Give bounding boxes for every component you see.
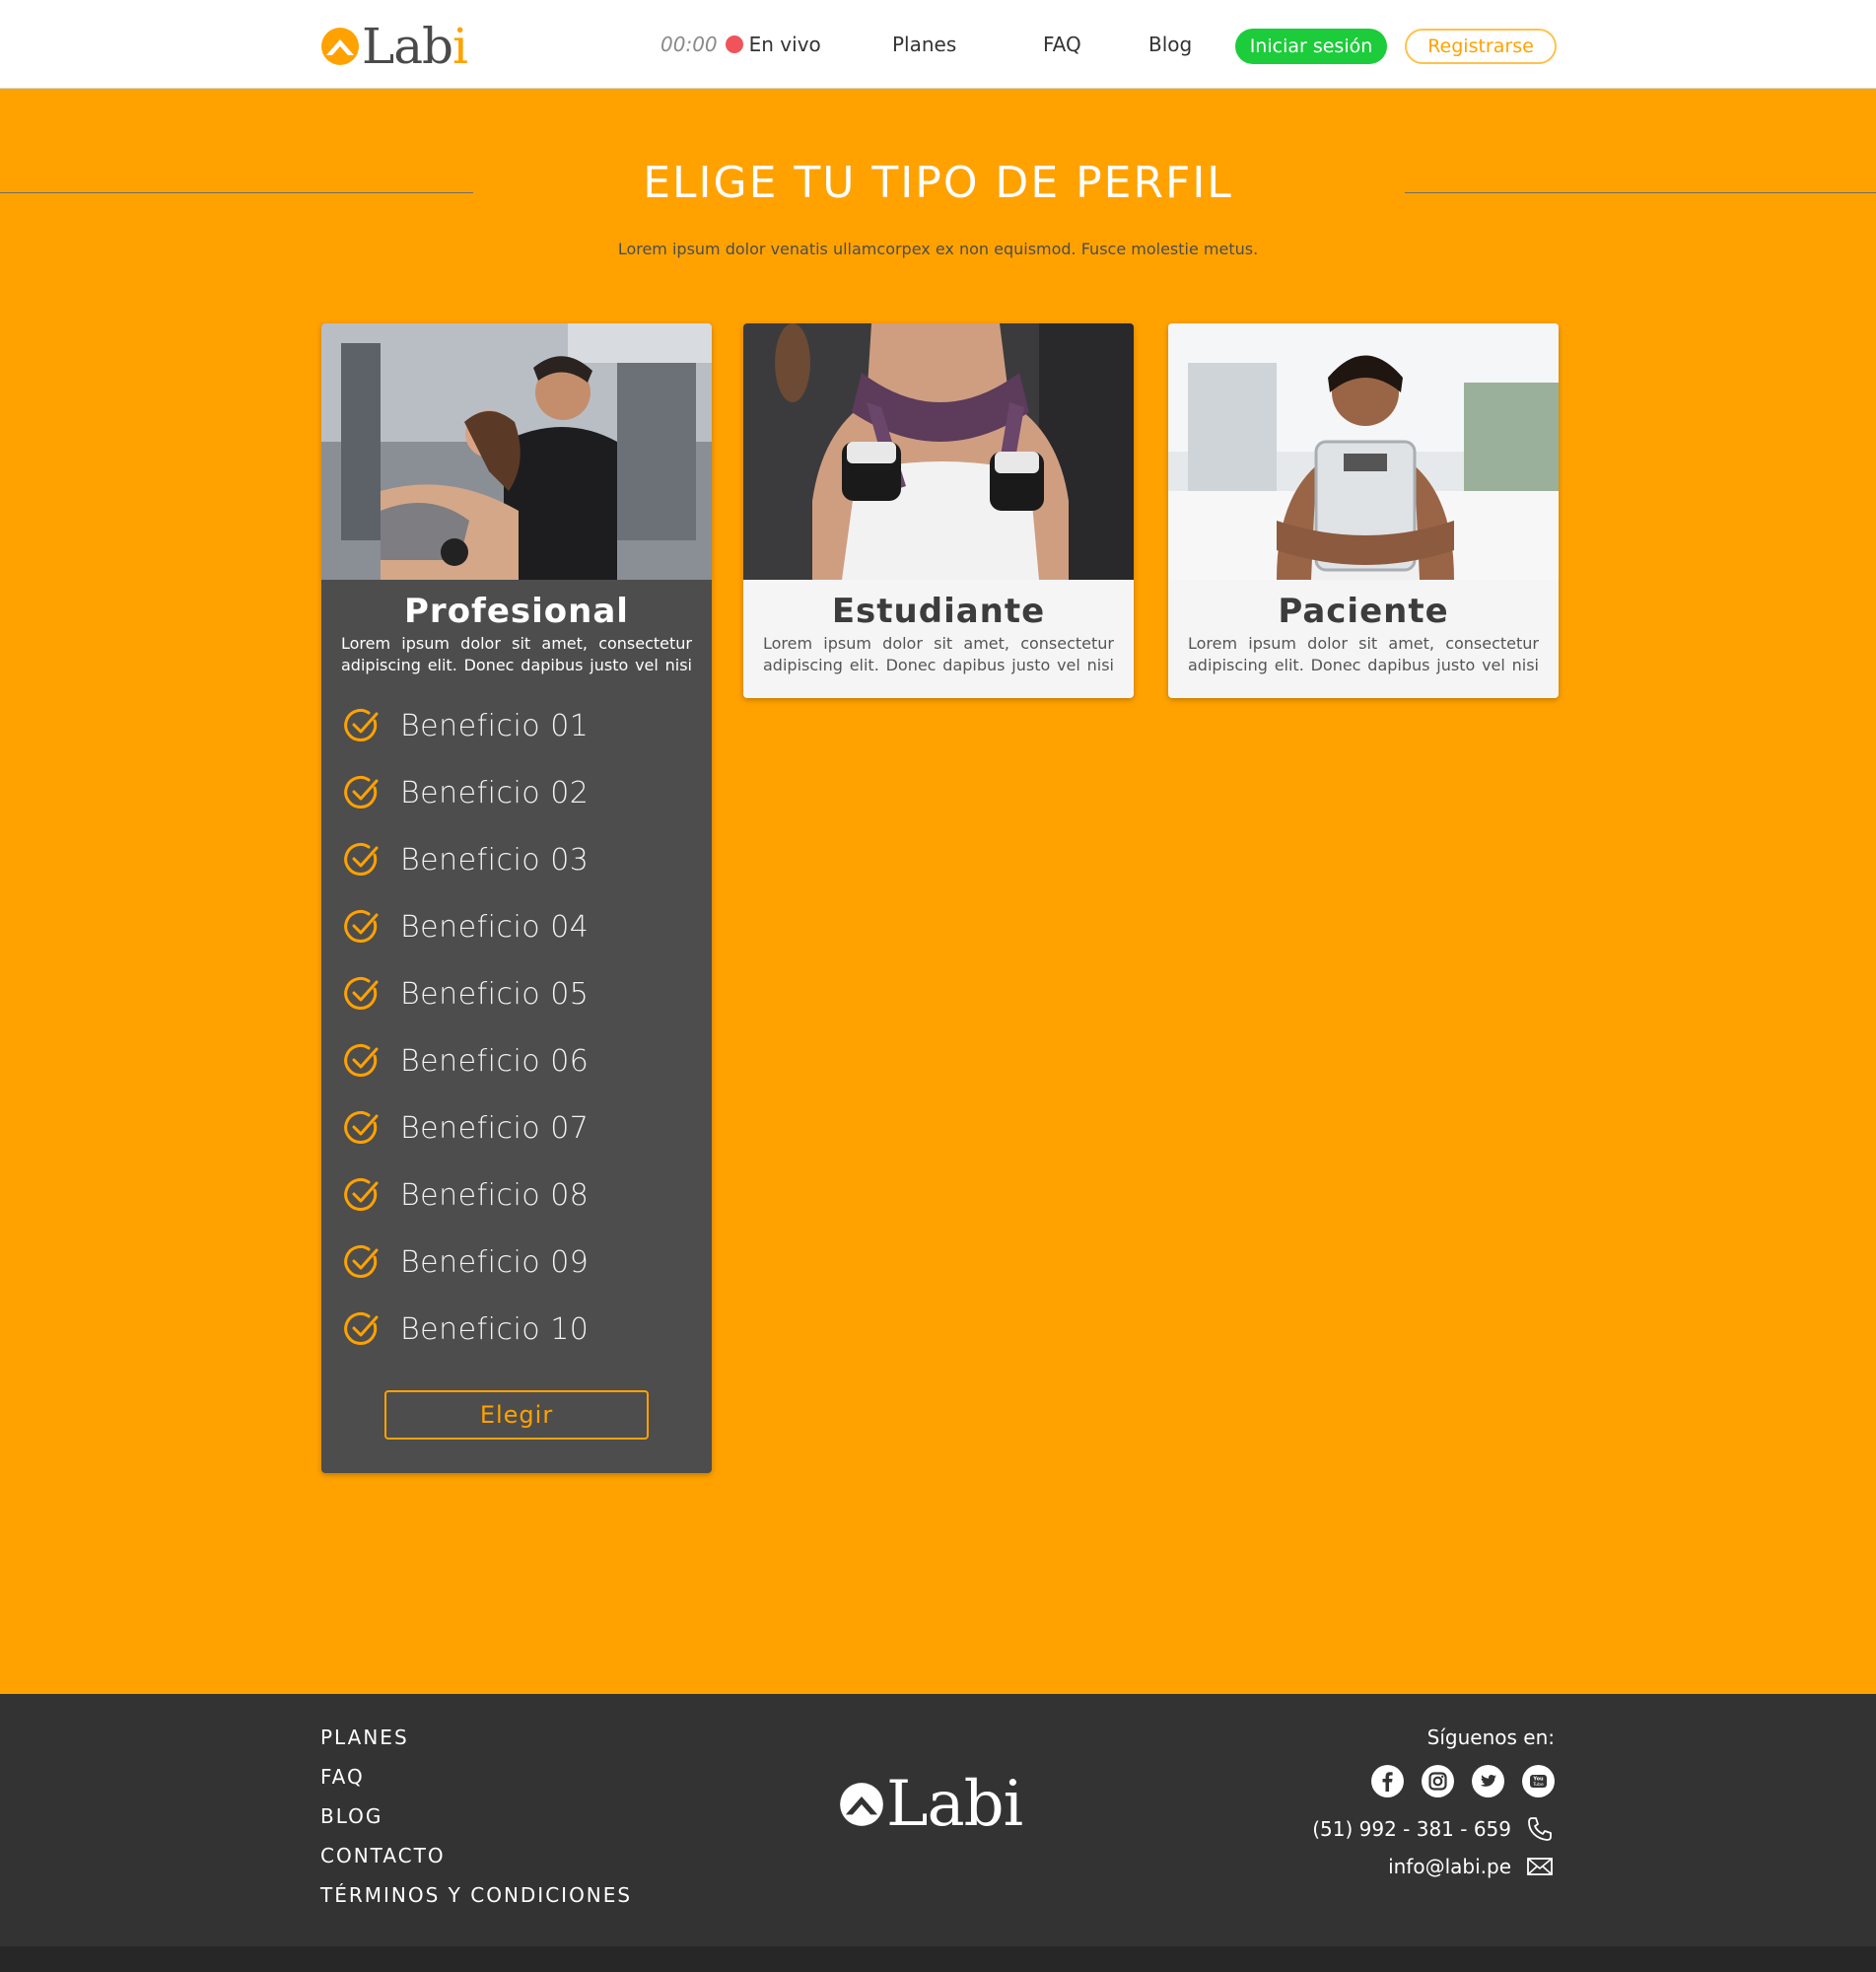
instagram-icon[interactable] [1422,1765,1454,1797]
choose-button[interactable]: Elegir [384,1390,649,1440]
benefit-label: Beneficio 09 [400,1244,590,1280]
benefit-list: Beneficio 01 Beneficio 02 Beneficio 03 B… [321,692,712,1363]
logo-mark-icon [321,28,359,65]
profile-card-paciente[interactable]: Paciente Lorem ipsum dolor sit amet, con… [1168,323,1559,698]
footer-link-terminos[interactable]: TÉRMINOS Y CONDICIONES [320,1883,632,1923]
labi-logo[interactable]: Labi [320,18,468,75]
facebook-icon[interactable] [1371,1765,1404,1797]
benefit-item: Beneficio 10 [321,1296,712,1363]
benefit-label: Beneficio 04 [400,909,590,945]
benefit-item: Beneficio 03 [321,826,712,893]
paciente-photo [1168,323,1559,580]
svg-text:Tube: Tube [1532,1782,1544,1788]
phone-icon [1528,1817,1552,1841]
check-circle-icon [344,909,379,943]
card-title: Profesional [404,592,629,631]
profile-card-profesional[interactable]: Profesional Lorem ipsum dolor sit amet, … [321,323,712,1473]
footer-link-contacto[interactable]: CONTACTO [320,1844,632,1883]
nav-faq[interactable]: FAQ [1043,33,1081,56]
benefit-label: Beneficio 05 [400,976,590,1012]
benefit-item: Beneficio 06 [321,1027,712,1094]
benefit-item: Beneficio 09 [321,1229,712,1296]
benefit-item: Beneficio 02 [321,759,712,826]
benefit-item: Beneficio 04 [321,893,712,960]
card-title: Paciente [1278,592,1449,631]
follow-label: Síguenos en: [1426,1726,1555,1749]
phone-number: (51) 992 - 381 - 659 [1312,1817,1511,1841]
benefit-label: Beneficio 06 [400,1043,590,1079]
benefit-label: Beneficio 08 [400,1177,590,1213]
nav-blog[interactable]: Blog [1148,33,1192,56]
footer: PLANES FAQ BLOG CONTACTO TÉRMINOS Y COND… [0,1694,1876,1946]
twitter-icon[interactable] [1472,1765,1504,1797]
card-description: Lorem ipsum dolor sit amet, consectetur … [1188,634,1539,674]
benefit-label: Beneficio 07 [400,1110,590,1146]
benefit-item: Beneficio 08 [321,1162,712,1229]
estudiante-photo [743,323,1134,580]
youtube-icon[interactable]: You Tube [1522,1765,1555,1797]
check-circle-icon [344,1177,379,1211]
check-circle-icon [344,976,379,1010]
section-subtitle: Lorem ipsum dolor venatis ullamcorpex ex… [617,240,1259,258]
footer-link-faq[interactable]: FAQ [320,1765,632,1804]
check-circle-icon [344,1311,379,1345]
check-circle-icon [344,775,379,809]
card-description: Lorem ipsum dolor sit amet, consectetur … [763,634,1114,674]
top-header: Labi 00:00 En vivo Planes FAQ Blog Inici… [0,0,1876,89]
live-time: 00:00 [660,33,718,56]
benefit-label: Beneficio 02 [400,775,590,810]
profesional-photo [321,323,712,580]
svg-text:You: You [1532,1777,1544,1783]
check-circle-icon [344,1110,379,1144]
card-description: Lorem ipsum dolor sit amet, consectetur … [341,634,692,674]
footer-bottom-bar [0,1946,1876,1972]
live-dot-icon [725,35,743,53]
benefit-item: Beneficio 07 [321,1094,712,1162]
login-button[interactable]: Iniciar sesión [1235,29,1387,64]
profile-card-estudiante[interactable]: Estudiante Lorem ipsum dolor sit amet, c… [743,323,1134,698]
mail-icon [1527,1858,1553,1875]
section-title: ELIGE TU TIPO DE PERFIL [643,158,1233,208]
footer-link-blog[interactable]: BLOG [320,1804,632,1844]
check-circle-icon [344,1244,379,1278]
benefit-item: Beneficio 01 [321,692,712,759]
social-links: You Tube [1371,1765,1555,1797]
check-circle-icon [344,842,379,876]
footer-logo-text: Labi [886,1768,1023,1841]
email-contact[interactable]: info@labi.pe [1388,1852,1555,1881]
live-indicator[interactable]: 00:00 En vivo [660,33,821,56]
email-address: info@labi.pe [1388,1855,1511,1878]
logo-mark-icon [840,1783,883,1826]
nav-planes[interactable]: Planes [892,33,956,56]
phone-contact[interactable]: (51) 992 - 381 - 659 [1312,1814,1555,1844]
check-circle-icon [344,708,379,741]
benefit-label: Beneficio 03 [400,842,590,878]
card-title: Estudiante [831,592,1046,631]
benefit-label: Beneficio 10 [400,1311,590,1347]
benefit-item: Beneficio 05 [321,960,712,1027]
check-circle-icon [344,1043,379,1077]
register-button[interactable]: Registrarse [1405,29,1557,64]
live-label: En vivo [748,33,821,56]
footer-link-planes[interactable]: PLANES [320,1726,632,1765]
footer-links: PLANES FAQ BLOG CONTACTO TÉRMINOS Y COND… [320,1726,632,1923]
benefit-label: Beneficio 01 [400,708,590,743]
profile-section: ELIGE TU TIPO DE PERFIL Lorem ipsum dolo… [0,89,1876,1694]
footer-logo[interactable]: Labi [839,1768,1023,1841]
logo-text: Labi [362,18,468,75]
